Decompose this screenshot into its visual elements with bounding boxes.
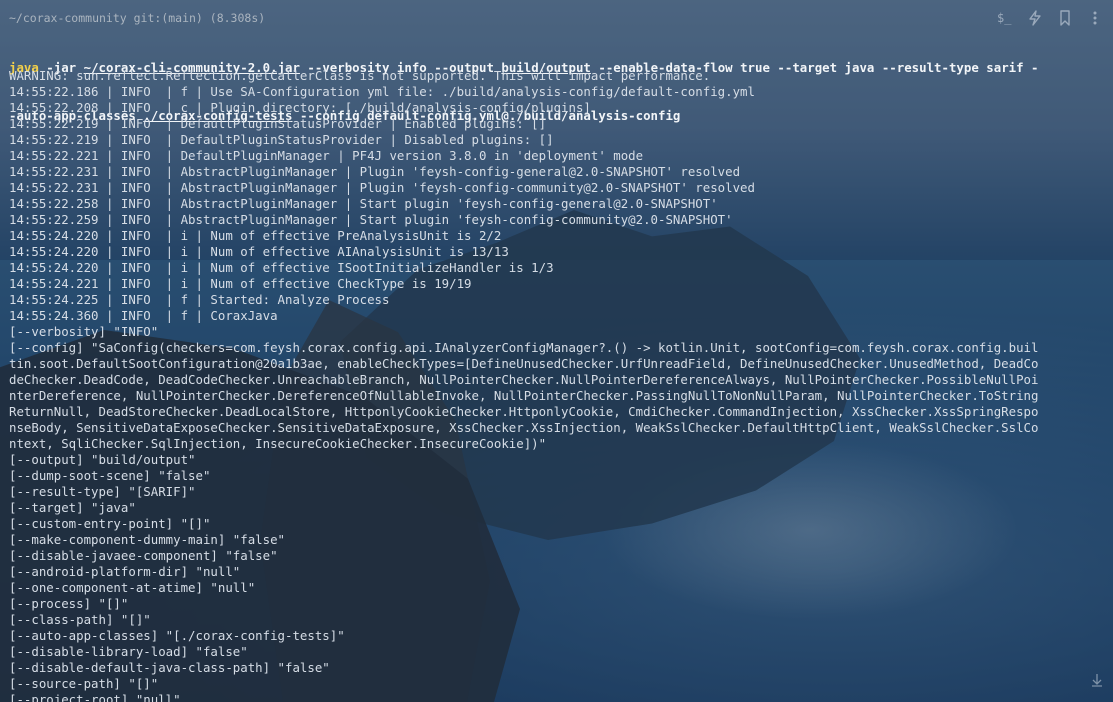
output-line: 14:55:24.360 | INFO | f | CoraxJava <box>9 308 278 323</box>
output-line: 14:55:24.220 | INFO | i | Num of effecti… <box>9 244 509 259</box>
output-line: [--dump-soot-scene] "false" <box>9 468 211 483</box>
output-line: [--result-type] "[SARIF]" <box>9 484 196 499</box>
output-line: ntext, SqliChecker.SqlInjection, Insecur… <box>9 436 547 451</box>
output-line: [--process] "[]" <box>9 596 129 611</box>
output-line: 14:55:22.259 | INFO | AbstractPluginMana… <box>9 212 733 227</box>
output-line: 14:55:24.221 | INFO | i | Num of effecti… <box>9 276 472 291</box>
output-line: [--make-component-dummy-main] "false" <box>9 532 286 547</box>
output-line: 14:55:24.220 | INFO | i | Num of effecti… <box>9 228 502 243</box>
command-output: WARNING: sun.reflect.Reflection.getCalle… <box>9 68 1113 702</box>
output-line: [--one-component-at-atime] "null" <box>9 580 256 595</box>
output-line: 14:55:22.219 | INFO | DefaultPluginStatu… <box>9 116 547 131</box>
output-line: [--disable-library-load] "false" <box>9 644 248 659</box>
output-line: 14:55:24.225 | INFO | f | Started: Analy… <box>9 292 390 307</box>
terminal-window[interactable]: ~/corax-community git:(main) (8.308s) ja… <box>0 0 1113 702</box>
terminal-prompt-icon[interactable]: $_ <box>995 8 1015 28</box>
output-line: [--disable-default-java-class-path] "fal… <box>9 660 330 675</box>
output-line: [--source-path] "[]" <box>9 676 159 691</box>
output-line: 14:55:22.208 | INFO | c | Plugin directo… <box>9 100 591 115</box>
output-line: [--target] "java" <box>9 500 136 515</box>
output-line: tin.soot.DefaultSootConfiguration@20a1b3… <box>9 356 1039 371</box>
svg-text:$_: $_ <box>997 11 1012 25</box>
output-line: 14:55:22.231 | INFO | AbstractPluginMana… <box>9 180 755 195</box>
output-line: [--class-path] "[]" <box>9 612 151 627</box>
output-line: [--project-root] "null" <box>9 692 181 702</box>
output-line: [--config] "SaConfig(checkers=com.feysh.… <box>9 340 1039 355</box>
output-line: 14:55:22.221 | INFO | DefaultPluginManag… <box>9 148 644 163</box>
output-line: [--android-platform-dir] "null" <box>9 564 241 579</box>
lightning-icon[interactable] <box>1025 8 1045 28</box>
prompt-directory: ~/corax-community git:(main) (8.308s) <box>9 11 266 25</box>
output-line: [--verbosity] "INFO" <box>9 324 159 339</box>
output-line: [--auto-app-classes] "[./corax-config-te… <box>9 628 345 643</box>
output-line: 14:55:22.186 | INFO | f | Use SA-Configu… <box>9 84 755 99</box>
output-line: deChecker.DeadCode, DeadCodeChecker.Unre… <box>9 372 1039 387</box>
output-line: ReturnNull, DeadStoreChecker.DeadLocalSt… <box>9 404 1039 419</box>
output-line: [--disable-javaee-component] "false" <box>9 548 278 563</box>
bookmark-icon[interactable] <box>1055 8 1075 28</box>
output-line: WARNING: sun.reflect.Reflection.getCalle… <box>9 68 711 83</box>
output-line: 14:55:24.220 | INFO | i | Num of effecti… <box>9 260 554 275</box>
output-line: 14:55:22.219 | INFO | DefaultPluginStatu… <box>9 132 554 147</box>
scroll-to-bottom-icon[interactable] <box>1089 672 1105 688</box>
output-line: nterDereference, NullPointerChecker.Dere… <box>9 388 1039 403</box>
output-line: [--output] "build/output" <box>9 452 196 467</box>
output-line: [--custom-entry-point] "[]" <box>9 516 211 531</box>
output-line: nseBody, SensitiveDataExposeChecker.Sens… <box>9 420 1039 435</box>
block-toolbar: $_ <box>995 8 1105 28</box>
output-line: 14:55:22.258 | INFO | AbstractPluginMana… <box>9 196 718 211</box>
more-vertical-icon[interactable] <box>1085 8 1105 28</box>
output-line: 14:55:22.231 | INFO | AbstractPluginMana… <box>9 164 741 179</box>
